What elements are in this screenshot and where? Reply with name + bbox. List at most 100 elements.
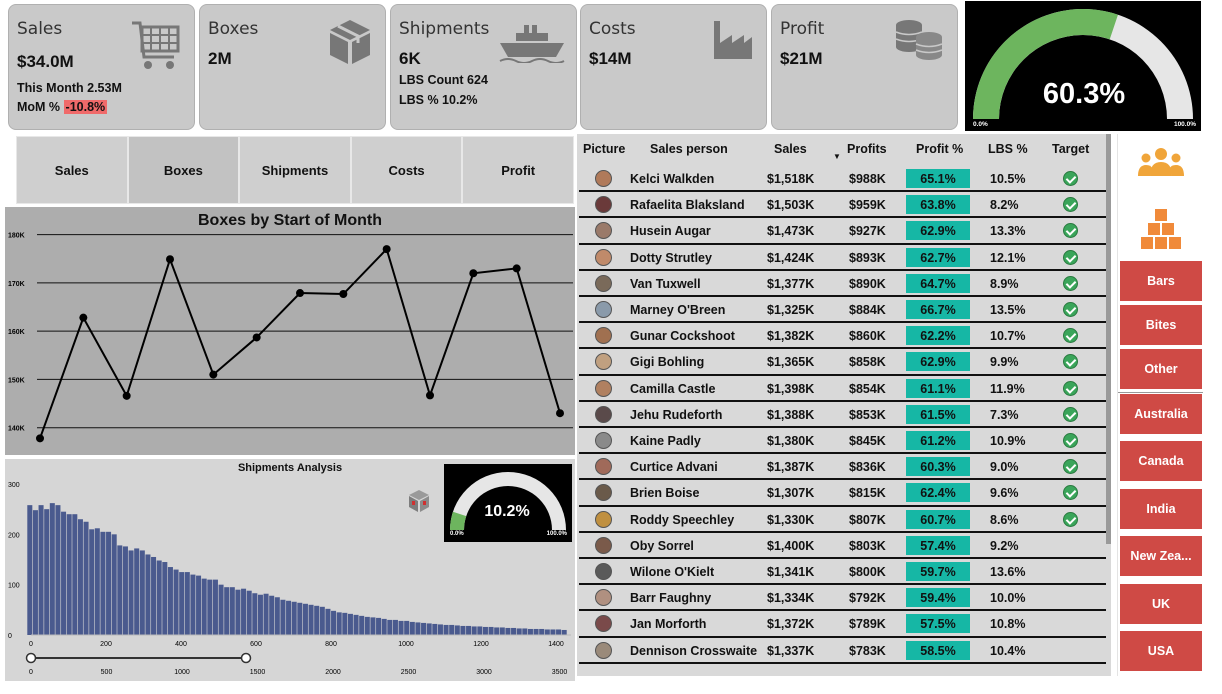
slicer-item-usa[interactable]: USA <box>1120 631 1202 671</box>
histogram-bar[interactable] <box>347 613 353 635</box>
histogram-bar[interactable] <box>184 572 190 635</box>
slicer-item-australia[interactable]: Australia <box>1120 394 1202 434</box>
histogram-bar[interactable] <box>359 615 365 635</box>
histogram-bar[interactable] <box>409 621 415 635</box>
histogram-bar[interactable] <box>241 588 247 635</box>
slicer-item-bars[interactable]: Bars <box>1120 261 1202 301</box>
histogram-bar[interactable] <box>263 593 269 635</box>
histogram-bar[interactable] <box>117 545 123 635</box>
histogram-bar[interactable] <box>32 510 38 635</box>
histogram-bar[interactable] <box>466 625 472 635</box>
data-point[interactable] <box>79 313 88 322</box>
histogram-bar[interactable] <box>224 587 230 635</box>
histogram-bar[interactable] <box>173 569 179 635</box>
histogram-bar[interactable] <box>252 593 258 635</box>
histogram-bar[interactable] <box>38 505 44 635</box>
table-row[interactable]: Kelci Walkden $1,518K $988K 65.1% 10.5% <box>579 166 1106 193</box>
tab-shipments[interactable]: Shipments <box>239 136 351 204</box>
slicer-item-bites[interactable]: Bites <box>1120 305 1202 345</box>
histogram-bar[interactable] <box>488 626 494 635</box>
table-row[interactable]: Rafaelita Blaksland $1,503K $959K 63.8% 8.2% <box>579 192 1106 219</box>
histogram-bar[interactable] <box>27 505 33 635</box>
histogram-bar[interactable] <box>83 521 89 635</box>
histogram-bar[interactable] <box>499 627 505 635</box>
histogram-bar[interactable] <box>89 529 95 635</box>
histogram-bar[interactable] <box>49 503 55 635</box>
tab-sales[interactable]: Sales <box>16 136 128 204</box>
col-sales[interactable]: Sales <box>774 142 807 156</box>
histogram-bar[interactable] <box>392 619 398 635</box>
histogram-bar[interactable] <box>269 595 275 635</box>
histogram-bar[interactable] <box>432 623 438 635</box>
table-row[interactable]: Barr Faughny $1,334K $792K 59.4% 10.0% <box>579 585 1106 612</box>
table-row[interactable]: Marney O'Breen $1,325K $884K 66.7% 13.5% <box>579 297 1106 324</box>
histogram-bar[interactable] <box>443 624 449 635</box>
histogram-bar[interactable] <box>111 534 117 635</box>
histogram-bar[interactable] <box>421 622 427 635</box>
data-point[interactable] <box>36 434 44 443</box>
histogram-bar[interactable] <box>156 560 162 635</box>
histogram-bar[interactable] <box>336 612 342 635</box>
histogram-bar[interactable] <box>376 617 382 635</box>
histogram-bar[interactable] <box>426 623 432 635</box>
histogram-bar[interactable] <box>460 625 466 635</box>
histogram-bar[interactable] <box>319 606 325 635</box>
histogram-bar[interactable] <box>544 629 550 635</box>
histogram-bar[interactable] <box>77 519 83 635</box>
histogram-bar[interactable] <box>257 594 263 635</box>
table-row[interactable]: Jehu Rudeforth $1,388K $853K 61.5% 7.3% <box>579 402 1106 428</box>
table-row[interactable]: Gigi Bohling $1,365K $858K 62.9% 9.9% <box>579 349 1106 376</box>
histogram-bar[interactable] <box>364 616 370 635</box>
col-lbs-pct[interactable]: LBS % <box>988 142 1028 156</box>
histogram-bar[interactable] <box>94 528 100 635</box>
histogram-bar[interactable] <box>505 627 511 635</box>
histogram-bar[interactable] <box>449 624 455 635</box>
histogram-bar[interactable] <box>145 554 151 635</box>
histogram-bar[interactable] <box>556 629 562 635</box>
histogram-bar[interactable] <box>297 602 303 635</box>
histogram-bar[interactable] <box>286 600 292 635</box>
histogram-bar[interactable] <box>179 572 185 635</box>
table-row[interactable]: Brien Boise $1,307K $815K 62.4% 9.6% <box>579 480 1106 507</box>
histogram-bar[interactable] <box>404 620 410 635</box>
histogram-bar[interactable] <box>235 589 241 635</box>
table-row[interactable]: Jan Morforth $1,372K $789K 57.5% 10.8% <box>579 611 1106 638</box>
data-point[interactable] <box>296 289 304 298</box>
histogram-bar[interactable] <box>516 628 522 635</box>
table-row[interactable]: Curtice Advani $1,387K $836K 60.3% 9.0% <box>579 454 1106 481</box>
histogram-bar[interactable] <box>477 626 483 635</box>
tab-boxes[interactable]: Boxes <box>127 136 240 204</box>
histogram-bar[interactable] <box>353 614 359 635</box>
data-point[interactable] <box>512 264 521 273</box>
histogram-bar[interactable] <box>162 562 168 635</box>
histogram-bar[interactable] <box>44 509 50 635</box>
table-row[interactable]: Roddy Speechley $1,330K $807K 60.7% 8.6% <box>579 507 1106 533</box>
col-salesperson[interactable]: Sales person <box>650 142 728 156</box>
data-point[interactable] <box>339 290 348 299</box>
tab-costs[interactable]: Costs <box>350 136 463 204</box>
sort-desc-icon[interactable]: ▼ <box>833 152 841 161</box>
table-scrollbar[interactable] <box>1106 134 1111 544</box>
data-point[interactable] <box>209 370 218 379</box>
table-row[interactable]: Camilla Castle $1,398K $854K 61.1% 11.9% <box>579 376 1106 402</box>
col-target[interactable]: Target <box>1052 142 1089 156</box>
table-row[interactable]: Van Tuxwell $1,377K $890K 64.7% 8.9% <box>579 271 1106 297</box>
histogram-bar[interactable] <box>122 546 128 635</box>
slicer-item-canada[interactable]: Canada <box>1120 441 1202 481</box>
slicer-item-india[interactable]: India <box>1120 489 1202 529</box>
histogram-bar[interactable] <box>229 587 235 635</box>
data-point[interactable] <box>252 333 261 342</box>
slicer-item-other[interactable]: Other <box>1120 349 1202 389</box>
data-point[interactable] <box>556 409 564 418</box>
table-row[interactable]: Oby Sorrel $1,400K $803K 57.4% 9.2% <box>579 533 1106 559</box>
histogram-bar[interactable] <box>471 626 477 635</box>
histogram-bar[interactable] <box>139 550 145 635</box>
data-point[interactable] <box>469 269 478 278</box>
histogram-bar[interactable] <box>342 612 348 635</box>
histogram-bar[interactable] <box>302 603 308 635</box>
histogram-bar[interactable] <box>291 601 297 635</box>
slicer-item-uk[interactable]: UK <box>1120 584 1202 624</box>
histogram-bar[interactable] <box>494 627 500 635</box>
histogram-bar[interactable] <box>314 605 320 635</box>
histogram-bar[interactable] <box>533 628 539 635</box>
